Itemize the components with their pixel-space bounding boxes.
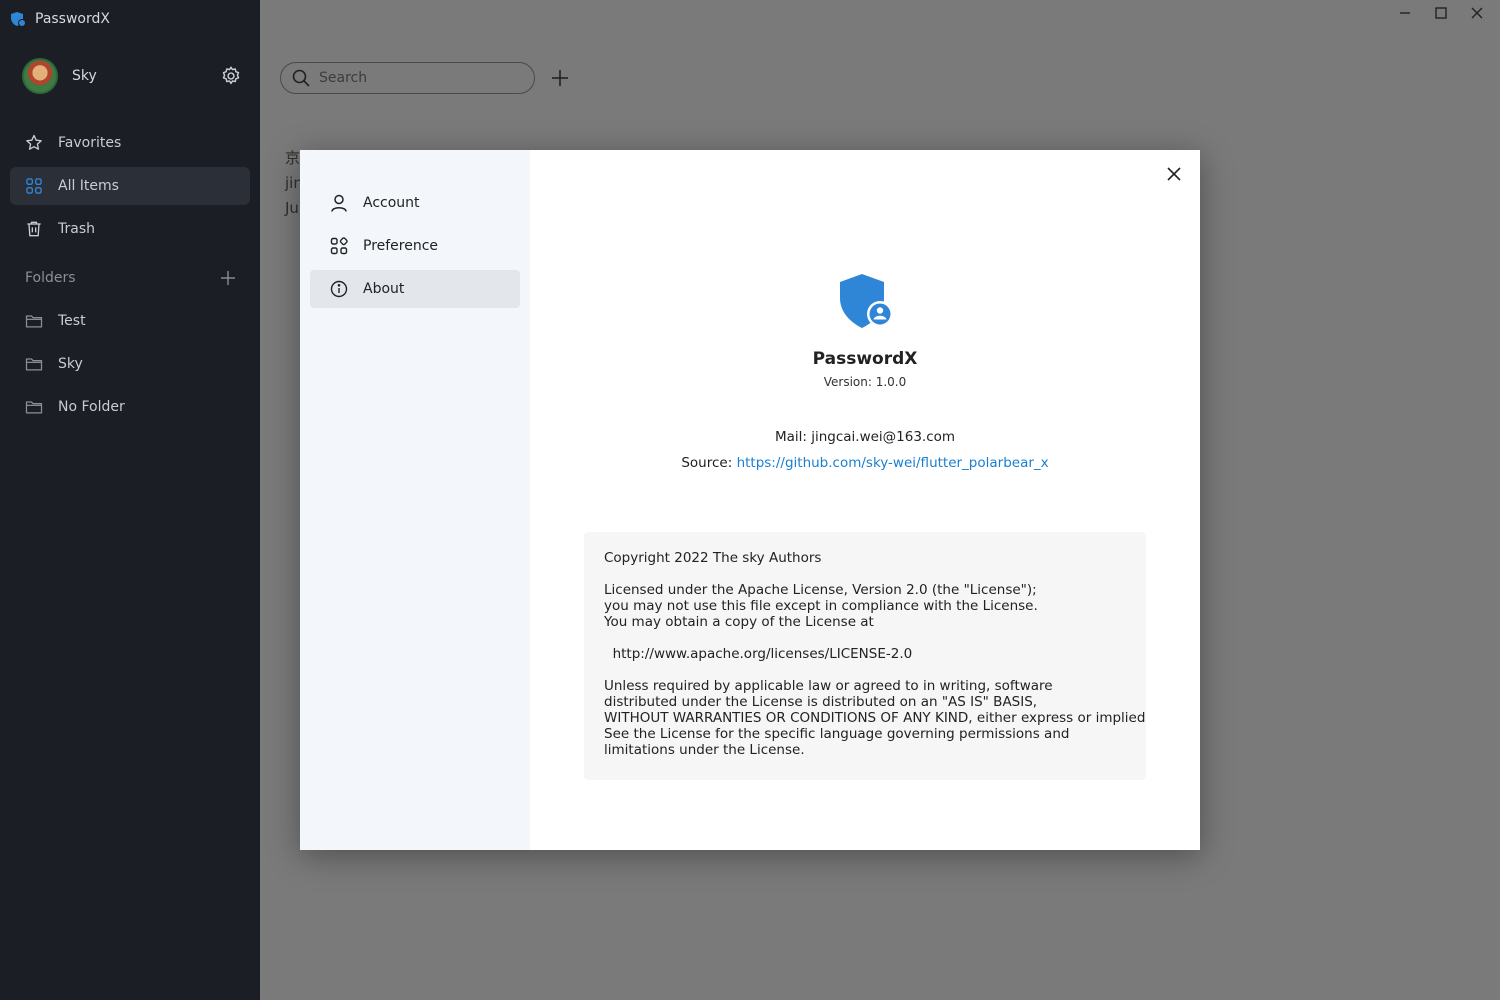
minimize-icon[interactable]: [1398, 6, 1412, 20]
user-name: Sky: [72, 68, 97, 84]
sidebar-item-label: All Items: [58, 178, 119, 194]
sidebar-item-folder-test[interactable]: Test: [10, 302, 250, 340]
search-box: [280, 62, 535, 94]
star-icon: [26, 134, 42, 150]
source-label: Source:: [681, 455, 737, 471]
sidebar: PasswordX Sky Favorites All Items Trash …: [0, 0, 260, 1000]
about-panel: PasswordX Version: 1.0.0 Mail: jingcai.w…: [530, 150, 1200, 850]
sidebar-item-folder-no-folder[interactable]: No Folder: [10, 388, 250, 426]
sidebar-item-label: Favorites: [58, 135, 122, 151]
trash-icon: [27, 221, 41, 237]
folder-icon: [25, 358, 43, 371]
app-logo-icon: [11, 12, 26, 27]
search-input[interactable]: [319, 70, 519, 86]
sidebar-item-label: Trash: [58, 221, 95, 237]
settings-tab-account[interactable]: Account: [310, 184, 520, 222]
source-link[interactable]: https://github.com/sky-wei/flutter_polar…: [737, 455, 1049, 471]
sidebar-item-all-items[interactable]: All Items: [10, 167, 250, 205]
add-folder-icon[interactable]: [219, 269, 237, 287]
folders-heading: Folders: [25, 270, 76, 286]
folder-label: No Folder: [58, 399, 125, 415]
app-logo-icon: [840, 274, 893, 328]
user-icon: [331, 194, 347, 212]
user-profile: Sky: [22, 57, 242, 95]
avatar[interactable]: [22, 58, 58, 94]
maximize-icon[interactable]: [1434, 6, 1448, 20]
title-bar: PasswordX: [0, 0, 260, 38]
folder-label: Test: [58, 313, 86, 329]
settings-tab-label: Account: [363, 195, 420, 211]
window-controls: [1398, 6, 1484, 20]
settings-tab-about[interactable]: About: [310, 270, 520, 308]
about-app-name: PasswordX: [812, 349, 918, 369]
sidebar-nav: Favorites All Items Trash: [10, 124, 250, 253]
sidebar-item-favorites[interactable]: Favorites: [10, 124, 250, 162]
folders-header: Folders: [25, 265, 237, 291]
gear-icon[interactable]: [220, 65, 242, 87]
about-version: Version: 1.0.0: [823, 375, 907, 389]
preference-icon: [330, 237, 348, 255]
folder-label: Sky: [58, 356, 83, 372]
search-icon: [292, 69, 310, 87]
settings-tab-preference[interactable]: Preference: [310, 227, 520, 265]
settings-tab-label: About: [363, 281, 405, 297]
folder-icon: [25, 315, 43, 328]
sidebar-item-folder-sky[interactable]: Sky: [10, 345, 250, 383]
settings-nav: Account Preference About: [300, 150, 530, 850]
info-icon: [330, 280, 348, 298]
close-window-icon[interactable]: [1470, 6, 1484, 20]
settings-tab-label: Preference: [363, 238, 439, 254]
license-text: Copyright 2022 The sky Authors Licensed …: [584, 532, 1146, 780]
settings-dialog: Account Preference About PasswordX Versi…: [300, 150, 1200, 850]
grid-icon: [26, 178, 42, 194]
sidebar-item-trash[interactable]: Trash: [10, 210, 250, 248]
app-title: PasswordX: [35, 11, 110, 27]
about-mail: Mail: jingcai.wei@163.com: [774, 429, 956, 445]
folder-icon: [25, 401, 43, 414]
close-icon[interactable]: [1164, 164, 1184, 184]
folders-list: Test Sky No Folder: [10, 302, 250, 431]
add-item-icon[interactable]: [549, 67, 571, 89]
about-source: Source: https://github.com/sky-wei/flutt…: [530, 455, 1200, 471]
